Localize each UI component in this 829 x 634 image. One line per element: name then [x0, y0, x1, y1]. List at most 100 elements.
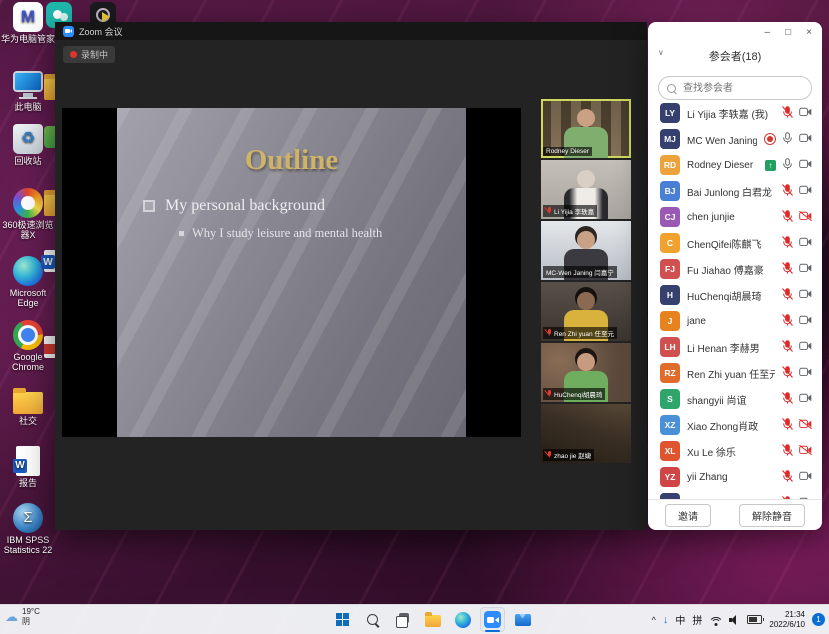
camera-icon — [799, 107, 812, 120]
participant-name: Xiao Zhong肖政 — [687, 418, 775, 433]
muted-mic-icon — [782, 236, 793, 251]
participant-row[interactable]: CChenQifei陈麒飞 — [648, 230, 822, 256]
zoom-taskbar-button[interactable] — [480, 607, 505, 632]
muted-mic-icon — [782, 314, 793, 329]
avatar: C — [660, 233, 680, 253]
participant-row[interactable]: MJ MC Wen Janing... (主持人) — [648, 126, 822, 152]
muted-mic-icon — [782, 210, 793, 225]
zoom-titlebar[interactable]: Zoom 会议 — [55, 22, 647, 40]
recycle-icon: ♻ — [13, 124, 43, 154]
cloud-icon: ☁ — [5, 609, 18, 625]
desktop-icon-label: Microsoft Edge — [0, 288, 56, 309]
camera-icon — [799, 471, 812, 484]
wifi-icon[interactable] — [709, 615, 722, 625]
battery-icon[interactable] — [747, 615, 762, 624]
slide-bullet: My personal background — [143, 197, 466, 215]
desktop-icon-folder[interactable]: 社交 — [0, 386, 56, 426]
file-explorer-button[interactable] — [420, 607, 445, 632]
thumbnail-name-label: HuChenqi胡晨琦 — [543, 388, 605, 400]
participant-row[interactable]: CJchen junjie — [648, 204, 822, 230]
maximize-button[interactable]: □ — [785, 27, 791, 38]
participant-name: MC Wen Janing... (主持人) — [687, 132, 757, 147]
camera-icon — [799, 341, 812, 354]
weather-temp: 19°C — [22, 607, 40, 617]
start-button[interactable] — [330, 607, 355, 632]
avatar: RZ — [660, 363, 680, 383]
camera-icon — [799, 263, 812, 276]
muted-mic-icon — [782, 392, 793, 407]
ime-language-indicator[interactable]: 中 — [675, 612, 685, 627]
thumbnail-name-label: Rodney Dieser — [543, 147, 592, 156]
thumbnail-name-label: zhao jie 赵婕 — [543, 449, 594, 461]
video-thumbnail[interactable]: Rodney Dieser — [541, 99, 631, 158]
clock[interactable]: 21:34 2022/6/10 — [769, 610, 805, 630]
muted-mic-icon — [782, 288, 793, 303]
desktop-icon-worddoc[interactable]: 报告 — [0, 446, 56, 488]
browser360-icon — [13, 188, 43, 218]
ime-pinyin-indicator[interactable]: 拼 — [692, 612, 702, 627]
worddoc-icon — [16, 446, 40, 476]
notification-badge[interactable]: 1 — [812, 613, 825, 626]
video-thumbnail[interactable]: HuChenqi胡晨琦 — [541, 343, 631, 402]
desktop-icon-spss[interactable]: ΣIBM SPSS Statistics 22 — [0, 503, 56, 556]
participant-row[interactable]: HHuChenqi胡晨琦 — [648, 282, 822, 308]
participant-name: Rodney Dieser — [687, 160, 758, 171]
participant-row[interactable]: YZyii Zhang — [648, 464, 822, 490]
tray-date: 2022/6/10 — [769, 620, 805, 630]
video-thumbnail[interactable]: Ren Zhi yuan 任至元 — [541, 282, 631, 341]
participant-row[interactable]: FJFu Jiahao 傅嘉豪 — [648, 256, 822, 282]
participant-name: Xu Le 徐乐 — [687, 444, 775, 459]
mic-icon — [782, 132, 793, 147]
chevron-down-icon[interactable]: ∨ — [658, 48, 664, 57]
search-input[interactable] — [681, 82, 803, 95]
volume-icon[interactable] — [729, 615, 740, 625]
presentation-slide: Outline My personal background Why I stu… — [117, 108, 466, 437]
participant-row[interactable]: RZ Ren Zhi yuan 任至元 — [648, 360, 822, 386]
participant-row[interactable]: XL Xu Le 徐乐 — [648, 438, 822, 464]
video-thumbnail[interactable]: Li Yijia 李轶嘉 — [541, 160, 631, 219]
participant-row[interactable]: XZXiao Zhong肖政 — [648, 412, 822, 438]
recording-indicator[interactable]: 录制中 — [63, 46, 115, 63]
camera-icon — [799, 133, 812, 146]
unmute-all-button[interactable]: 解除静音 — [739, 504, 805, 527]
participant-name: Ren Zhi yuan 任至元 — [687, 366, 775, 381]
zoom-logo-icon — [63, 26, 74, 37]
taskbar: ☁ 19°C 阴 ^ ↓ 中 拼 21:34 2022/6/10 1 — [0, 604, 829, 634]
minimize-button[interactable]: – — [765, 27, 771, 38]
spss-icon: Σ — [13, 503, 43, 533]
muted-mic-icon — [546, 390, 552, 398]
screen-share-badge-icon: ↑ — [765, 160, 776, 171]
muted-mic-icon — [782, 470, 793, 485]
participant-name: yii Zhang — [687, 472, 775, 483]
search-taskbar-button[interactable] — [360, 607, 385, 632]
participant-row[interactable]: LHLi Henan 李赫男 — [648, 334, 822, 360]
edge-icon — [13, 256, 43, 286]
close-button[interactable]: × — [806, 27, 812, 38]
desktop-icon-label: 报告 — [0, 478, 56, 488]
participant-row[interactable]: RDRodney Dieser↑ — [648, 152, 822, 178]
avatar: FJ — [660, 259, 680, 279]
hidden-icons-caret[interactable]: ^ — [652, 615, 656, 625]
avatar: XL — [660, 441, 680, 461]
avatar: MJ — [660, 129, 680, 149]
task-view-button[interactable] — [390, 607, 415, 632]
avatar: BJ — [660, 181, 680, 201]
desktop-icon-label: 360极速浏览器X — [0, 220, 56, 241]
participant-row[interactable]: LYLi Yijia 李轶嘉 (我) — [648, 100, 822, 126]
muted-mic-icon — [782, 262, 793, 277]
avatar: J — [660, 311, 680, 331]
video-thumbnail[interactable]: zhao jie 赵婕 — [541, 404, 631, 463]
mail-taskbar-button[interactable] — [510, 607, 535, 632]
invite-button[interactable]: 邀请 — [665, 504, 711, 527]
participant-row[interactable]: Sshangyii 尚谊 — [648, 386, 822, 412]
participant-row[interactable]: BJBai Junlong 白君龙 — [648, 178, 822, 204]
participant-row[interactable]: Jjane — [648, 308, 822, 334]
desktop-icon-label: 回收站 — [0, 156, 56, 166]
download-tray-icon[interactable]: ↓ — [663, 614, 669, 626]
edge-taskbar-button[interactable] — [450, 607, 475, 632]
participant-search-box[interactable] — [658, 76, 812, 100]
slide-title: Outline — [117, 144, 466, 177]
camera-icon — [799, 367, 812, 380]
weather-widget[interactable]: ☁ 19°C 阴 — [5, 607, 40, 626]
video-thumbnail[interactable]: MC-Wen Janing 闫嘉宁 — [541, 221, 631, 280]
